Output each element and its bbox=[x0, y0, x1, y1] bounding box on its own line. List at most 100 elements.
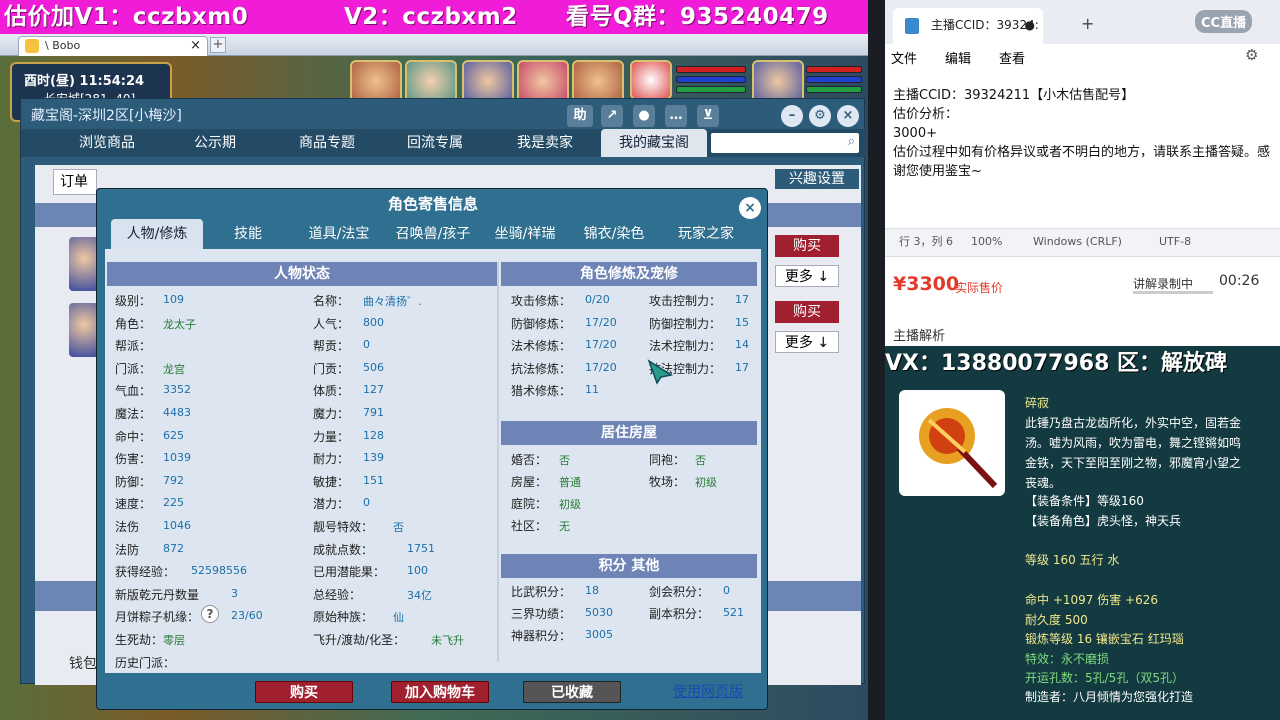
menu-file[interactable]: 文件 bbox=[891, 48, 917, 67]
field-label: 比武积分： bbox=[511, 585, 572, 599]
more-button[interactable]: 更多 ↓ bbox=[775, 331, 839, 353]
field-value: 未飞升 bbox=[431, 634, 464, 647]
tab-pets[interactable]: 召唤兽/孩子 bbox=[387, 219, 479, 249]
field-value: 52598556 bbox=[191, 564, 247, 578]
new-tab-button[interactable]: + bbox=[1081, 14, 1094, 33]
tab-browse[interactable]: 浏览商品 bbox=[59, 129, 155, 157]
close-icon[interactable]: × bbox=[739, 197, 761, 219]
tab-mounts[interactable]: 坐骑/祥瑞 bbox=[483, 219, 567, 249]
tab-character[interactable]: 人物/修炼 bbox=[111, 219, 203, 249]
field-value: 龙宫 bbox=[163, 362, 185, 376]
field-value: 792 bbox=[163, 473, 184, 487]
field-label: 已用潜能果： bbox=[313, 565, 386, 580]
more-label: 更多 bbox=[784, 335, 813, 351]
more-label: 更多 bbox=[784, 269, 813, 285]
field-value: 初级 bbox=[559, 498, 581, 511]
close-tab-icon[interactable]: × bbox=[190, 37, 201, 55]
field-label: 帮贡： bbox=[313, 339, 350, 354]
buy-button[interactable]: 购买 bbox=[255, 681, 353, 703]
field-label: 魔法： bbox=[115, 407, 152, 421]
tab-return[interactable]: 回流专属 bbox=[387, 129, 483, 157]
buy-button[interactable]: 购买 bbox=[775, 235, 839, 257]
field-value: 800 bbox=[363, 315, 384, 329]
field-label: 社区： bbox=[511, 519, 548, 533]
notepad-tab[interactable]: 主播CCID：39324: ● bbox=[893, 8, 1043, 44]
field-value: 139 bbox=[363, 451, 384, 465]
field-label: 猎术修炼： bbox=[511, 384, 572, 399]
field-label: 法术控制力： bbox=[649, 339, 722, 354]
field-value: 127 bbox=[363, 383, 384, 397]
field-label: 婚否： bbox=[511, 453, 548, 467]
promo-banner: 估价加V1：cczbxm0 V2：cczbxm2 看号Q群：935240479 bbox=[0, 0, 868, 34]
hp-bar bbox=[676, 66, 746, 73]
menu-view[interactable]: 查看 bbox=[999, 48, 1025, 67]
search-icon[interactable]: ⌕ bbox=[848, 134, 855, 149]
tab-my-shop[interactable]: 我的藏宝阁 bbox=[601, 129, 707, 157]
field-label: 攻击修炼： bbox=[511, 294, 572, 308]
banner-v1: 估价加V1：cczbxm0 bbox=[4, 4, 249, 30]
close-icon[interactable]: × bbox=[837, 105, 859, 127]
field-value: 0 bbox=[363, 496, 370, 510]
tab-publicity[interactable]: 公示期 bbox=[167, 129, 263, 157]
help-icon[interactable]: ? bbox=[201, 605, 219, 623]
cart-icon[interactable]: ⊻ bbox=[697, 105, 719, 127]
field-label: 气血： bbox=[115, 384, 152, 399]
field-value: 龙太子 bbox=[163, 317, 196, 331]
new-tab-button[interactable]: + bbox=[210, 37, 226, 53]
field-value: 3 bbox=[231, 586, 238, 600]
item-role: 【装备角色】虎头怪，神天兵 bbox=[1025, 514, 1182, 528]
settings-icon[interactable]: ⚙ bbox=[1245, 46, 1258, 64]
tab-seller[interactable]: 我是卖家 bbox=[497, 129, 593, 157]
notepad-icon bbox=[905, 18, 919, 34]
record-icon[interactable]: ● bbox=[633, 105, 655, 127]
field-value: 1039 bbox=[163, 451, 191, 465]
notepad-text-area[interactable]: 主播CCID：39324211【小木估售配号】 估价分析： 3000+ 估价过程… bbox=[893, 86, 1273, 181]
tab-items[interactable]: 道具/法宝 bbox=[293, 219, 385, 249]
field-value: 17/20 bbox=[585, 360, 617, 374]
field-value: 3005 bbox=[585, 628, 613, 641]
share-icon[interactable]: ↗ bbox=[601, 105, 623, 127]
more-button[interactable]: 更多 ↓ bbox=[775, 265, 839, 287]
minimize-icon[interactable]: – bbox=[781, 105, 803, 127]
role-avatar bbox=[69, 237, 99, 291]
menu-edit[interactable]: 编辑 bbox=[945, 48, 971, 67]
web-version-link[interactable]: 使用网页版 bbox=[663, 681, 753, 703]
field-value: 否 bbox=[559, 454, 570, 467]
pet-portrait-icon[interactable] bbox=[630, 60, 672, 100]
field-label: 新版乾元丹数量 bbox=[115, 587, 200, 602]
unsaved-dot-icon[interactable]: ● bbox=[1025, 8, 1035, 42]
banner-v2: V2：cczbxm2 bbox=[344, 4, 518, 30]
shop-search-input[interactable]: ⌕ bbox=[711, 133, 859, 153]
settings-icon[interactable]: ⚙ bbox=[809, 105, 831, 127]
buy-button[interactable]: 购买 bbox=[775, 301, 839, 323]
item-effect: 特效：永不磨损 bbox=[1025, 652, 1110, 666]
notepad-tabbar: 主播CCID：39324: ● + CC直播 bbox=[885, 0, 1280, 44]
item-holes: 开运孔数：5孔/5孔（双5孔） bbox=[1025, 671, 1184, 685]
banner-qq: 看号Q群：935240479 bbox=[566, 4, 829, 30]
tab-outfits[interactable]: 锦衣/染色 bbox=[573, 219, 655, 249]
field-label: 门派： bbox=[115, 361, 152, 376]
field-value: 曲々清扬゛. bbox=[363, 295, 422, 308]
favorited-button[interactable]: 已收藏 bbox=[523, 681, 621, 703]
field-label: 副本积分： bbox=[649, 607, 710, 621]
field-value: 仙 bbox=[393, 611, 404, 625]
sale-price: ¥3300 bbox=[893, 273, 960, 295]
hammer-weapon-icon bbox=[899, 390, 1005, 496]
field-label: 潜力： bbox=[313, 497, 350, 512]
browser-tab[interactable]: \ Bobo × bbox=[18, 36, 208, 56]
field-label: 防御控制力： bbox=[649, 316, 722, 331]
mp-bar bbox=[806, 76, 862, 83]
field-label: 帮派： bbox=[115, 339, 152, 354]
interest-settings-button[interactable]: 兴趣设置 bbox=[775, 169, 859, 189]
field-label: 体质： bbox=[313, 384, 350, 399]
help-button[interactable]: 助 bbox=[567, 105, 593, 127]
tab-home[interactable]: 玩家之家 bbox=[663, 219, 749, 249]
tab-topics[interactable]: 商品专题 bbox=[279, 129, 375, 157]
add-to-cart-button[interactable]: 加入购物车 bbox=[391, 681, 489, 703]
item-desc-line: 汤。嘘为风雨，吹为雷电，舞之铿锵如鸣 bbox=[1025, 436, 1242, 450]
item-tooltip-panel: VX：13880077968 区：解放碑 碎寂 此锤乃盘古龙齿所化，外实中空，固… bbox=[885, 346, 1280, 720]
chat-icon[interactable]: … bbox=[665, 105, 687, 127]
order-button[interactable]: 订单 bbox=[53, 169, 97, 195]
tab-skills[interactable]: 技能 bbox=[209, 219, 287, 249]
field-value: 109 bbox=[163, 293, 184, 306]
